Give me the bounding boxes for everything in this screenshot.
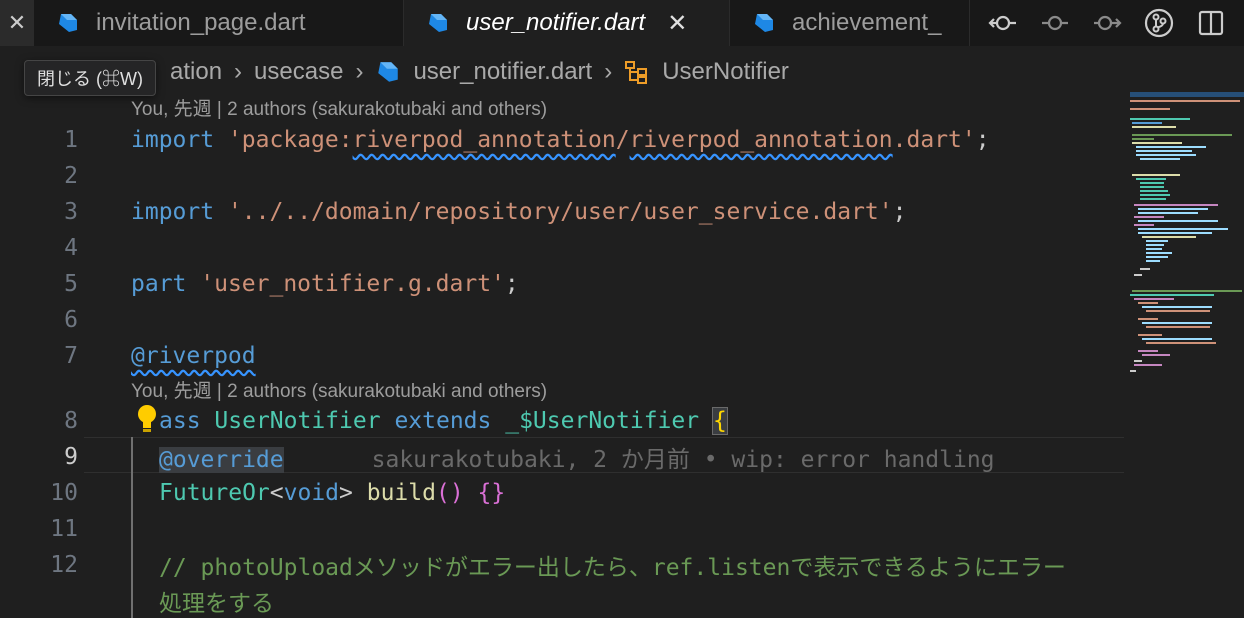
line-number: 2 bbox=[64, 163, 78, 189]
string: / bbox=[615, 127, 630, 153]
chevron-right-icon: › bbox=[604, 58, 613, 85]
breadcrumb-item[interactable]: UserNotifier bbox=[662, 58, 789, 86]
code-line: 7 @riverpod bbox=[0, 338, 1244, 374]
tab-user-notifier[interactable]: user_notifier.dart ✕ bbox=[404, 0, 730, 46]
string: 'user_notifier.g.dart' bbox=[200, 271, 505, 297]
keyword: extends bbox=[394, 408, 492, 434]
code-line: 11 bbox=[0, 511, 1244, 547]
tab-label: achievement_ bbox=[792, 9, 942, 36]
source-control-icon[interactable] bbox=[1142, 6, 1176, 40]
git-commit-icon[interactable] bbox=[1038, 6, 1072, 40]
code-line: 6 bbox=[0, 302, 1244, 338]
code-line: 3 import '../../domain/repository/user/u… bbox=[0, 194, 1244, 230]
tab-label: user_notifier.dart bbox=[466, 9, 646, 36]
line-number: 7 bbox=[64, 343, 78, 369]
annotation: @riverpod bbox=[131, 343, 256, 369]
code-line: 9 @override sakurakotubaki, 2 か月前 • wip: … bbox=[0, 439, 1244, 475]
type: FutureOr bbox=[159, 480, 270, 506]
comment: // photoUploadメソッドがエラー出したら、ref.listenで表示… bbox=[159, 555, 1066, 581]
line-number: 3 bbox=[64, 199, 78, 225]
chevron-right-icon: › bbox=[234, 58, 243, 85]
line-number: 12 bbox=[50, 552, 78, 578]
line-number: 8 bbox=[64, 408, 78, 434]
line-number: 10 bbox=[50, 480, 78, 506]
type: _$UserNotifier bbox=[505, 408, 700, 434]
breadcrumb-item[interactable]: ation bbox=[170, 58, 222, 86]
code-line: 4 bbox=[0, 230, 1244, 266]
keyword: part bbox=[131, 271, 187, 297]
editor-tab-bar: ✕ invitation_page.dart user_notifier.dar… bbox=[0, 0, 1244, 46]
dart-icon bbox=[755, 14, 773, 32]
git-forward-icon[interactable] bbox=[1090, 6, 1124, 40]
line-number: 5 bbox=[64, 271, 78, 297]
codelens-authors[interactable]: You, 先週 | 2 authors (sakurakotubaki and … bbox=[131, 376, 547, 403]
string: '../../domain/repository/user/user_servi… bbox=[227, 199, 893, 225]
close-icon[interactable]: ✕ bbox=[667, 9, 687, 38]
function: build bbox=[366, 480, 436, 506]
minimap[interactable] bbox=[1126, 88, 1244, 388]
codelens-authors[interactable]: You, 先週 | 2 authors (sakurakotubaki and … bbox=[131, 94, 547, 121]
code-line: 5 part 'user_notifier.g.dart'; bbox=[0, 266, 1244, 302]
string: .dart' bbox=[892, 127, 976, 153]
split-editor-icon[interactable] bbox=[1194, 6, 1228, 40]
keyword: import bbox=[131, 127, 215, 153]
chevron-right-icon: › bbox=[355, 58, 364, 85]
keyword: ass bbox=[159, 408, 201, 434]
keyword: void bbox=[283, 480, 340, 506]
string: 'package: bbox=[227, 127, 353, 153]
line-number: 9 bbox=[64, 444, 78, 470]
code-editor[interactable]: You, 先週 | 2 authors (sakurakotubaki and … bbox=[0, 90, 1244, 618]
breadcrumb-item[interactable]: user_notifier.dart bbox=[413, 58, 592, 86]
bracket: { bbox=[711, 407, 728, 435]
code-line: 2 bbox=[0, 158, 1244, 194]
code-line: 1 import 'package:riverpod_annotation/ri… bbox=[0, 122, 1244, 158]
annotation: @override bbox=[159, 447, 284, 473]
tab-achievement[interactable]: achievement_ bbox=[730, 0, 970, 46]
code-line: 12 // photoUploadメソッドがエラー出したら、ref.listen… bbox=[0, 547, 1244, 583]
code-line-wrap: 処理をする bbox=[0, 583, 1244, 618]
editor-actions bbox=[972, 0, 1244, 46]
code-line: 8 ass UserNotifier extends _$UserNotifie… bbox=[0, 403, 1244, 439]
keyword: import bbox=[131, 199, 215, 225]
code-line: 10 FutureOr<void> build() {} bbox=[0, 475, 1244, 511]
line-number: 6 bbox=[64, 307, 78, 333]
line-number: 11 bbox=[50, 516, 78, 542]
tab-invitation-page[interactable]: invitation_page.dart bbox=[34, 0, 404, 46]
type: UserNotifier bbox=[214, 408, 381, 434]
dart-icon bbox=[429, 14, 447, 32]
comment: 処理をする bbox=[159, 591, 274, 617]
git-blame-annotation: sakurakotubaki, 2 か月前 • wip: error handl… bbox=[371, 447, 995, 473]
breadcrumb-item[interactable]: usecase bbox=[254, 58, 343, 86]
close-icon[interactable]: ✕ bbox=[0, 0, 34, 46]
minimap-viewport bbox=[1130, 92, 1244, 97]
dart-icon bbox=[378, 62, 399, 82]
line-number: 4 bbox=[64, 235, 78, 261]
tab-label: invitation_page.dart bbox=[96, 9, 306, 36]
string: riverpod_annotation bbox=[629, 127, 893, 153]
line-number: 1 bbox=[64, 127, 78, 153]
string: riverpod_annotation bbox=[352, 127, 616, 153]
symbol-class-icon bbox=[625, 61, 648, 84]
git-compare-icon[interactable] bbox=[986, 6, 1020, 40]
dart-icon bbox=[59, 14, 77, 32]
